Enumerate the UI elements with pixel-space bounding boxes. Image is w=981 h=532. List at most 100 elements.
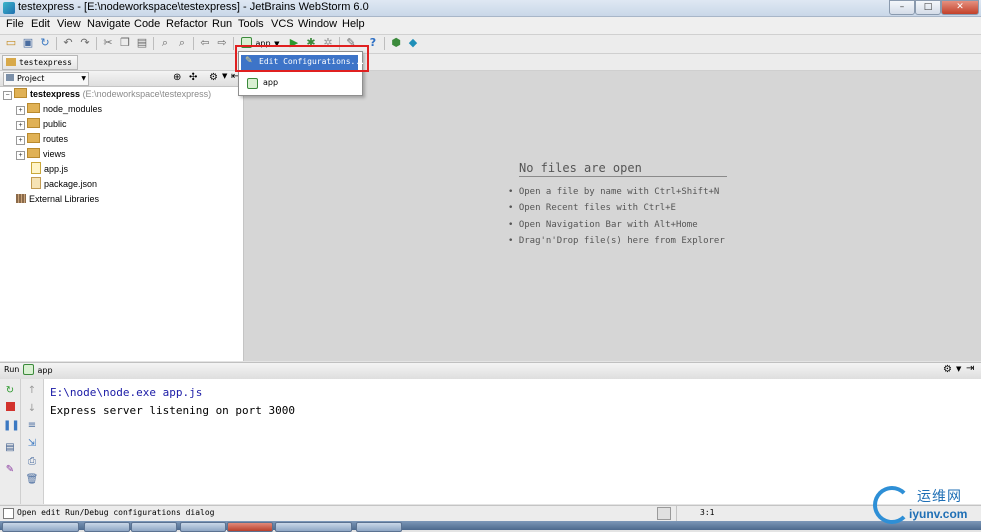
app-config-item[interactable]: app <box>241 76 358 91</box>
menu-file[interactable]: File <box>6 18 24 30</box>
menu-refactor[interactable]: Refactor <box>166 18 208 30</box>
run-actions-toolbar: ↻ ❚❚ ▤ ✎ <box>0 379 21 504</box>
navigation-bar: testexpress <box>0 54 981 71</box>
tree-item-node-modules[interactable]: + node_modules <box>16 102 102 117</box>
menu-edit[interactable]: Edit <box>31 18 50 30</box>
undo-icon[interactable]: ↶ <box>61 36 75 50</box>
taskbar-button[interactable] <box>84 522 130 532</box>
collapse-icon[interactable]: ✣ <box>189 72 197 83</box>
pause-icon[interactable]: ❚❚ <box>3 420 20 432</box>
project-view-selector[interactable]: Project ▼ <box>3 72 89 86</box>
folder-icon <box>6 58 16 66</box>
export-icon[interactable]: ⇲ <box>25 438 39 450</box>
tree-item-external-libraries[interactable]: External Libraries <box>16 192 99 207</box>
minimize-button[interactable]: – <box>889 0 915 15</box>
print-icon[interactable]: ⎙ <box>25 456 39 468</box>
red-highlight-box <box>235 45 369 72</box>
watermark-text: 运维网 <box>917 489 962 505</box>
menu-view[interactable]: View <box>57 18 81 30</box>
tree-item-routes[interactable]: + routes <box>16 132 68 147</box>
breadcrumb[interactable]: testexpress <box>2 55 78 70</box>
menu-navigate[interactable]: Navigate <box>87 18 130 30</box>
find-icon[interactable]: ⌕ <box>158 36 172 50</box>
webstorm-icon[interactable]: ◆ <box>406 36 420 50</box>
expand-toggle-icon[interactable]: + <box>16 121 25 130</box>
toggle-tool-windows-icon[interactable] <box>3 508 14 519</box>
scroll-down-icon[interactable]: ↓ <box>25 403 39 415</box>
root-name: testexpress <box>30 89 81 99</box>
taskbar-button[interactable] <box>275 522 352 532</box>
layout-icon[interactable]: ▤ <box>3 442 17 454</box>
sync-icon[interactable]: ↻ <box>38 36 52 50</box>
back-icon[interactable]: ⇦ <box>198 36 212 50</box>
tree-item-label: app.js <box>44 164 69 174</box>
open-folder-icon[interactable]: ▭ <box>4 36 18 50</box>
rerun-icon[interactable]: ↻ <box>3 385 17 397</box>
watermark-domain: iyunv.com <box>909 507 968 521</box>
forward-icon[interactable]: ⇨ <box>215 36 229 50</box>
collapse-toggle-icon[interactable]: − <box>3 91 12 100</box>
clear-icon[interactable]: 🗑 <box>25 474 39 486</box>
menu-window[interactable]: Window <box>298 18 337 30</box>
tree-root[interactable]: − testexpress (E:\nodeworkspace\testexpre… <box>3 87 211 102</box>
taskbar-button[interactable] <box>2 522 79 532</box>
editor-tip: • Open a file by name with Ctrl+Shift+N <box>508 187 720 197</box>
caret-position[interactable]: 3:1 <box>700 508 714 517</box>
tree-item-label: node_modules <box>43 104 103 114</box>
console-output[interactable]: E:\node\node.exe app.js Express server l… <box>44 379 981 504</box>
run-panel-header: Run app ⚙ ▼ ⇥ <box>0 362 981 380</box>
status-bar: Open edit Run/Debug configurations dialo… <box>0 505 981 521</box>
expand-toggle-icon[interactable]: + <box>16 106 25 115</box>
menu-tools[interactable]: Tools <box>238 18 264 30</box>
run-panel-label: Run <box>4 365 20 374</box>
taskbar-button[interactable] <box>356 522 402 532</box>
status-message: Open edit Run/Debug configurations dialo… <box>17 508 215 517</box>
menu-vcs[interactable]: VCS <box>271 18 294 30</box>
expand-toggle-icon[interactable]: + <box>16 136 25 145</box>
menu-help[interactable]: Help <box>342 18 365 30</box>
taskbar-button[interactable] <box>227 522 273 532</box>
tree-item-views[interactable]: + views <box>16 147 66 162</box>
target-icon[interactable]: ⊕ <box>173 72 181 83</box>
menu-code[interactable]: Code <box>134 18 160 30</box>
gear-icon[interactable]: ⚙ <box>943 364 952 375</box>
status-widget-icon[interactable] <box>657 507 671 520</box>
cut-icon[interactable]: ✂ <box>101 36 115 50</box>
project-icon <box>6 74 14 81</box>
close-button[interactable]: ✕ <box>941 0 979 15</box>
root-path: (E:\nodeworkspace\testexpress) <box>82 89 212 99</box>
chevron-down-icon[interactable]: ▼ <box>956 365 961 373</box>
tree-item-label: public <box>43 119 67 129</box>
chevron-down-icon[interactable]: ▼ <box>222 72 227 80</box>
redo-icon[interactable]: ↷ <box>78 36 92 50</box>
project-panel-header: Project ▼ ⊕ ✣ ⚙ ▼ ⇤ <box>0 71 243 87</box>
editor-tip: • Open Navigation Bar with Alt+Home <box>508 220 698 230</box>
paste-icon[interactable]: ▤ <box>135 36 149 50</box>
soft-wrap-icon[interactable]: ≡ <box>25 420 39 432</box>
console-line: E:\node\node.exe app.js <box>50 386 203 399</box>
replace-icon[interactable]: ⌕ <box>175 36 189 50</box>
toolbar-separator <box>153 37 154 50</box>
maximize-button[interactable]: □ <box>915 0 941 15</box>
nodejs-icon[interactable]: ⬢ <box>389 36 403 50</box>
editor-tip: • Open Recent files with Ctrl+E <box>508 203 676 213</box>
run-tab-app[interactable]: app <box>23 364 53 376</box>
menu-run[interactable]: Run <box>212 18 232 30</box>
taskbar-button[interactable] <box>180 522 226 532</box>
gear-icon[interactable]: ⚙ <box>209 72 218 83</box>
toolbar-separator <box>56 37 57 50</box>
save-icon[interactable]: ▣ <box>21 36 35 50</box>
copy-icon[interactable]: ❐ <box>118 36 132 50</box>
stop-icon[interactable] <box>3 402 17 414</box>
expand-toggle-icon[interactable]: + <box>16 151 25 160</box>
app-config-label: app <box>263 78 279 87</box>
breadcrumb-label: testexpress <box>19 58 72 67</box>
taskbar-button[interactable] <box>131 522 177 532</box>
hide-panel-icon[interactable]: ⇥ <box>966 363 974 374</box>
tree-item-package-json[interactable]: package.json <box>31 177 97 192</box>
editor-area[interactable]: No files are open • Open a file by name … <box>244 71 981 361</box>
tree-item-public[interactable]: + public <box>16 117 67 132</box>
pin-icon[interactable]: ✎ <box>3 464 17 476</box>
tree-item-app-js[interactable]: app.js <box>31 162 68 177</box>
scroll-up-icon[interactable]: ↑ <box>25 385 39 397</box>
